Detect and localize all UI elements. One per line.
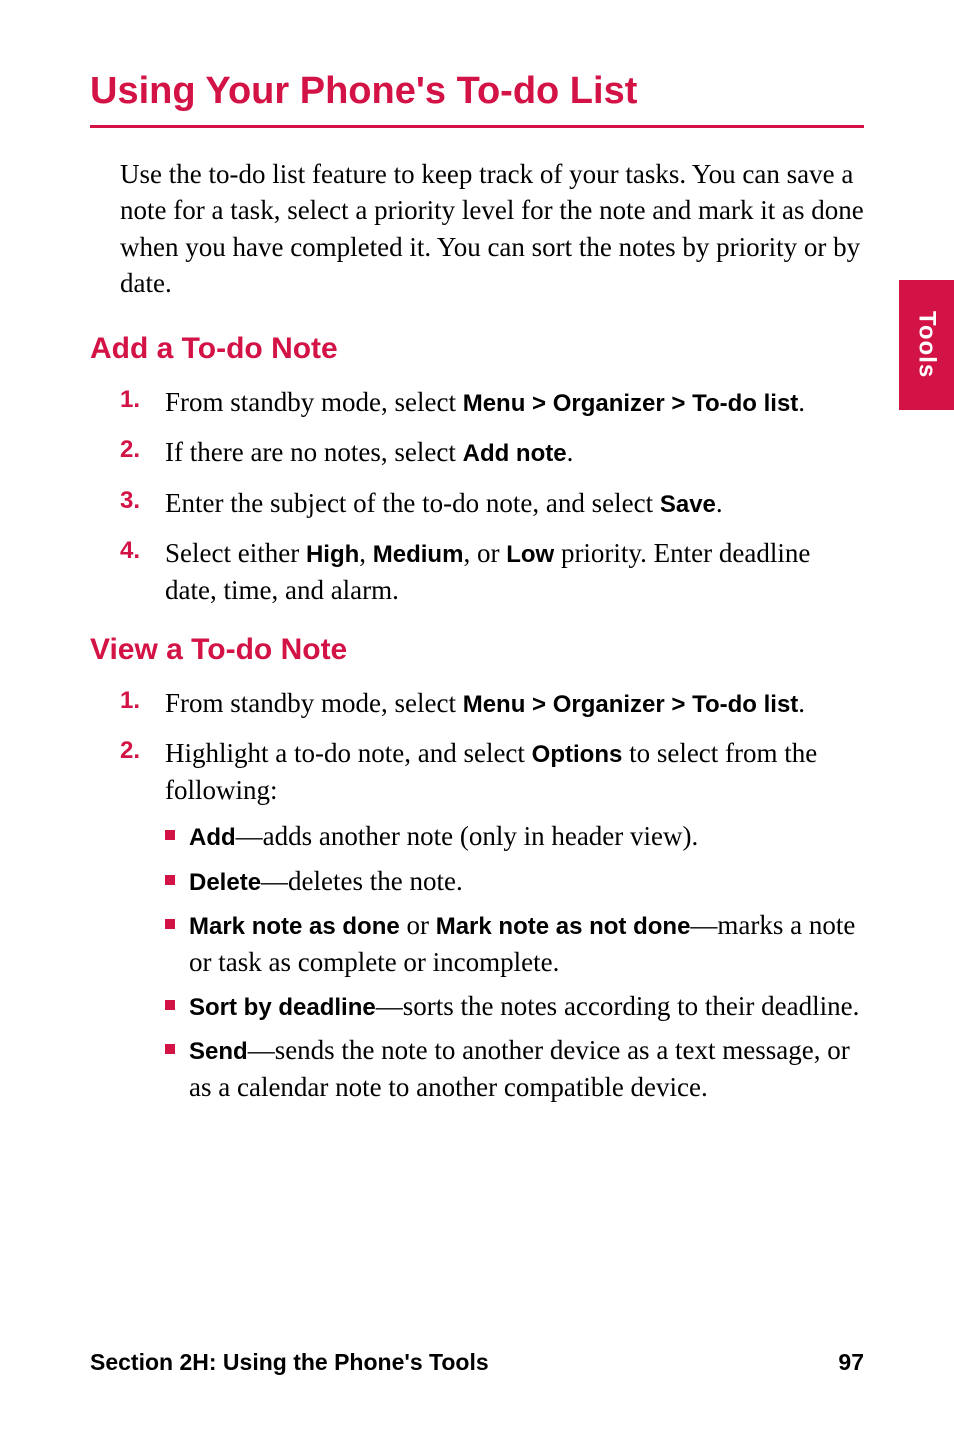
section-tab-tools: Tools [899, 280, 954, 410]
step-number: 3. [120, 485, 165, 515]
step-4: 4. Select either High, Medium, or Low pr… [120, 535, 864, 608]
step-2: 2. Highlight a to-do note, and select Op… [120, 735, 864, 1113]
view-note-steps: 1. From standby mode, select Menu > Orga… [120, 685, 864, 1113]
options-list: Add—adds another note (only in header vi… [165, 818, 864, 1105]
priority-low: Low [506, 541, 554, 568]
section-tab-label: Tools [913, 311, 941, 378]
step-text: From standby mode, select Menu > Organiz… [165, 685, 864, 721]
step-3: 3. Enter the subject of the to-do note, … [120, 485, 864, 521]
option-delete: Delete—deletes the note. [165, 863, 864, 899]
step-number: 1. [120, 384, 165, 414]
page-title: Using Your Phone's To-do List [90, 70, 864, 128]
ui-label-add-note: Add note [463, 440, 567, 467]
footer-page-number: 97 [838, 1349, 864, 1376]
option-send: Send—sends the note to another device as… [165, 1032, 864, 1105]
footer-section-title: Section 2H: Using the Phone's Tools [90, 1349, 489, 1376]
step-text: Enter the subject of the to-do note, and… [165, 485, 864, 521]
add-note-steps: 1. From standby mode, select Menu > Orga… [120, 384, 864, 608]
ui-label-options: Options [532, 741, 623, 768]
bullet-icon [165, 875, 175, 885]
step-1: 1. From standby mode, select Menu > Orga… [120, 384, 864, 420]
heading-add-todo-note: Add a To-do Note [90, 332, 864, 366]
intro-paragraph: Use the to-do list feature to keep track… [120, 156, 864, 302]
priority-high: High [306, 541, 359, 568]
step-number: 4. [120, 535, 165, 565]
bullet-icon [165, 919, 175, 929]
step-text: Highlight a to-do note, and select Optio… [165, 735, 864, 1113]
menu-path: Menu > Organizer > To-do list [463, 390, 799, 417]
page-footer: Section 2H: Using the Phone's Tools 97 [90, 1349, 864, 1376]
step-number: 2. [120, 735, 165, 765]
step-text: From standby mode, select Menu > Organiz… [165, 384, 864, 420]
step-number: 2. [120, 434, 165, 464]
heading-view-todo-note: View a To-do Note [90, 633, 864, 667]
step-text: Select either High, Medium, or Low prior… [165, 535, 864, 608]
menu-path: Menu > Organizer > To-do list [463, 691, 799, 718]
ui-label-save: Save [660, 491, 716, 518]
step-text: If there are no notes, select Add note. [165, 434, 864, 470]
step-2: 2. If there are no notes, select Add not… [120, 434, 864, 470]
step-1: 1. From standby mode, select Menu > Orga… [120, 685, 864, 721]
option-add: Add—adds another note (only in header vi… [165, 818, 864, 854]
option-mark-done: Mark note as done or Mark note as not do… [165, 907, 864, 980]
priority-medium: Medium [373, 541, 464, 568]
manual-page: Tools Using Your Phone's To-do List Use … [0, 0, 954, 1431]
step-number: 1. [120, 685, 165, 715]
bullet-icon [165, 1000, 175, 1010]
option-sort-by-deadline: Sort by deadline—sorts the notes accordi… [165, 988, 864, 1024]
bullet-icon [165, 830, 175, 840]
bullet-icon [165, 1044, 175, 1054]
